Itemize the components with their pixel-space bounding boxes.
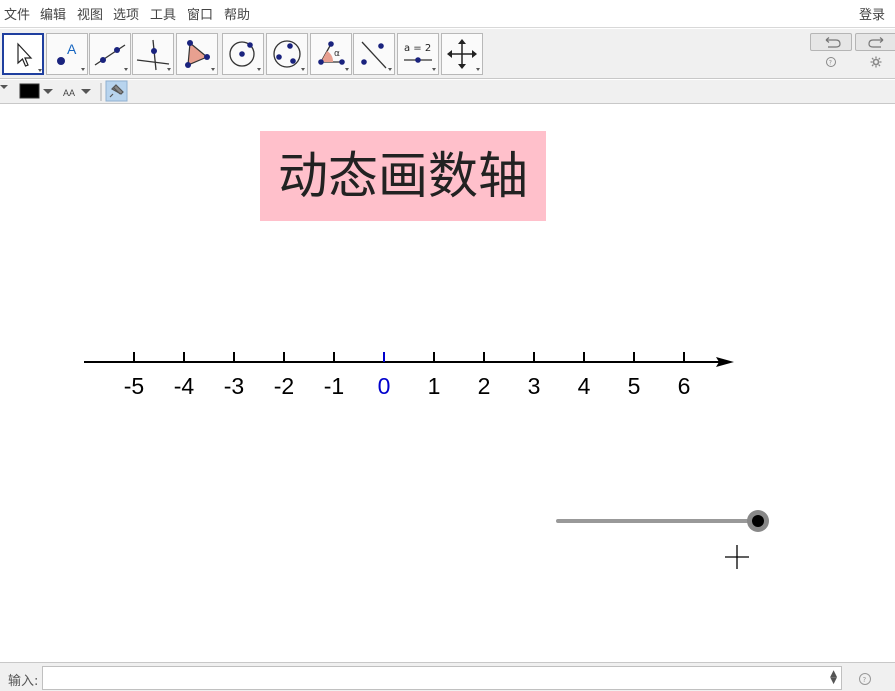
reflect-tool-button[interactable]	[353, 33, 395, 75]
color-dropdown-icon[interactable]	[43, 89, 53, 94]
line-tool-icon	[94, 44, 128, 71]
angle-tool-label: α	[334, 49, 340, 59]
tick-label: -4	[174, 373, 195, 399]
login-button[interactable]: 登录	[859, 4, 885, 23]
move-tool-icon	[17, 42, 42, 72]
line-tool-button[interactable]	[89, 33, 131, 75]
toolbar: A α a = 2 ?	[0, 29, 895, 79]
circle-three-points-tool-button[interactable]	[266, 33, 308, 75]
number-line: -5 -4 -3 -2 -1 0 1 2 3 4 5 6	[84, 352, 769, 569]
menu-bar: 文件 编辑 视图 选项 工具 窗口 帮助 登录	[0, 0, 895, 28]
point-tool-icon: A	[57, 41, 85, 71]
menu-tools[interactable]: 工具	[150, 4, 176, 23]
input-bar: 输入: ▲ ▼ ?	[0, 662, 895, 691]
help-icon[interactable]: ?	[825, 56, 837, 68]
color-swatch[interactable]	[19, 83, 40, 99]
perpendicular-line-tool-icon	[136, 39, 171, 71]
angle-tool-icon: α	[318, 41, 349, 71]
menu-window[interactable]: 窗口	[187, 4, 213, 23]
stylebar-toggle-icon[interactable]	[0, 85, 8, 89]
undo-icon	[825, 37, 841, 48]
slider-handle[interactable]	[752, 515, 764, 527]
menu-view[interactable]: 视图	[77, 4, 103, 23]
menu-help[interactable]: 帮助	[224, 4, 250, 23]
move-graphics-view-tool-icon	[447, 39, 480, 71]
slider-tool-icon: a = 2	[404, 43, 436, 71]
tick-label: 4	[578, 373, 591, 399]
move-graphics-view-tool-button[interactable]	[441, 33, 483, 75]
input-help-icon[interactable]: ?	[858, 672, 872, 686]
input-field[interactable]: ▲ ▼	[42, 666, 842, 690]
redo-icon	[868, 37, 884, 48]
menu-edit[interactable]: 编辑	[40, 4, 66, 23]
angle-tool-button[interactable]: α	[310, 33, 352, 75]
circle-three-points-tool-icon	[273, 40, 305, 71]
svg-text:?: ?	[863, 676, 867, 684]
input-history-spinner-icon[interactable]: ▲ ▼	[830, 670, 837, 686]
point-tool-button[interactable]: A	[46, 33, 88, 75]
circle-center-tool-button[interactable]	[222, 33, 264, 75]
input-label: 输入:	[8, 674, 39, 689]
text-size-label[interactable]: AA	[63, 88, 75, 98]
style-bar: AA	[0, 80, 895, 104]
tick-label: 0	[378, 373, 391, 399]
menu-file[interactable]: 文件	[4, 4, 30, 23]
text-size-dropdown-icon[interactable]	[81, 89, 91, 94]
tick-label: 2	[478, 373, 491, 399]
tick-label: -1	[324, 373, 344, 399]
slider-tool-label: a = 2	[404, 43, 431, 54]
graphics-view[interactable]: 动态画数轴 -5 -4 -3 -2 -1 0 1 2 3 4 5 6	[0, 104, 895, 661]
settings-gear-icon[interactable]	[870, 56, 882, 68]
polygon-tool-icon	[185, 40, 215, 71]
redo-button[interactable]	[855, 33, 895, 51]
tick-label: 3	[528, 373, 541, 399]
svg-text:?: ?	[829, 60, 832, 67]
tick-label: 1	[428, 373, 441, 399]
slider-tool-button[interactable]: a = 2	[397, 33, 439, 75]
undo-button[interactable]	[810, 33, 852, 51]
move-tool-button[interactable]	[2, 33, 44, 75]
perpendicular-tool-button[interactable]	[132, 33, 174, 75]
circle-center-point-tool-icon	[229, 41, 261, 71]
tick-label: -3	[224, 373, 244, 399]
polygon-tool-button[interactable]	[176, 33, 218, 75]
tick-label: 5	[628, 373, 641, 399]
point-tool-label: A	[67, 41, 77, 57]
style-bar-controls: AA	[0, 80, 128, 102]
tick-label: 6	[678, 373, 691, 399]
tick-label: -5	[124, 373, 144, 399]
tick-label: -2	[274, 373, 294, 399]
menu-options[interactable]: 选项	[113, 4, 139, 23]
reflect-tool-icon	[361, 41, 392, 71]
